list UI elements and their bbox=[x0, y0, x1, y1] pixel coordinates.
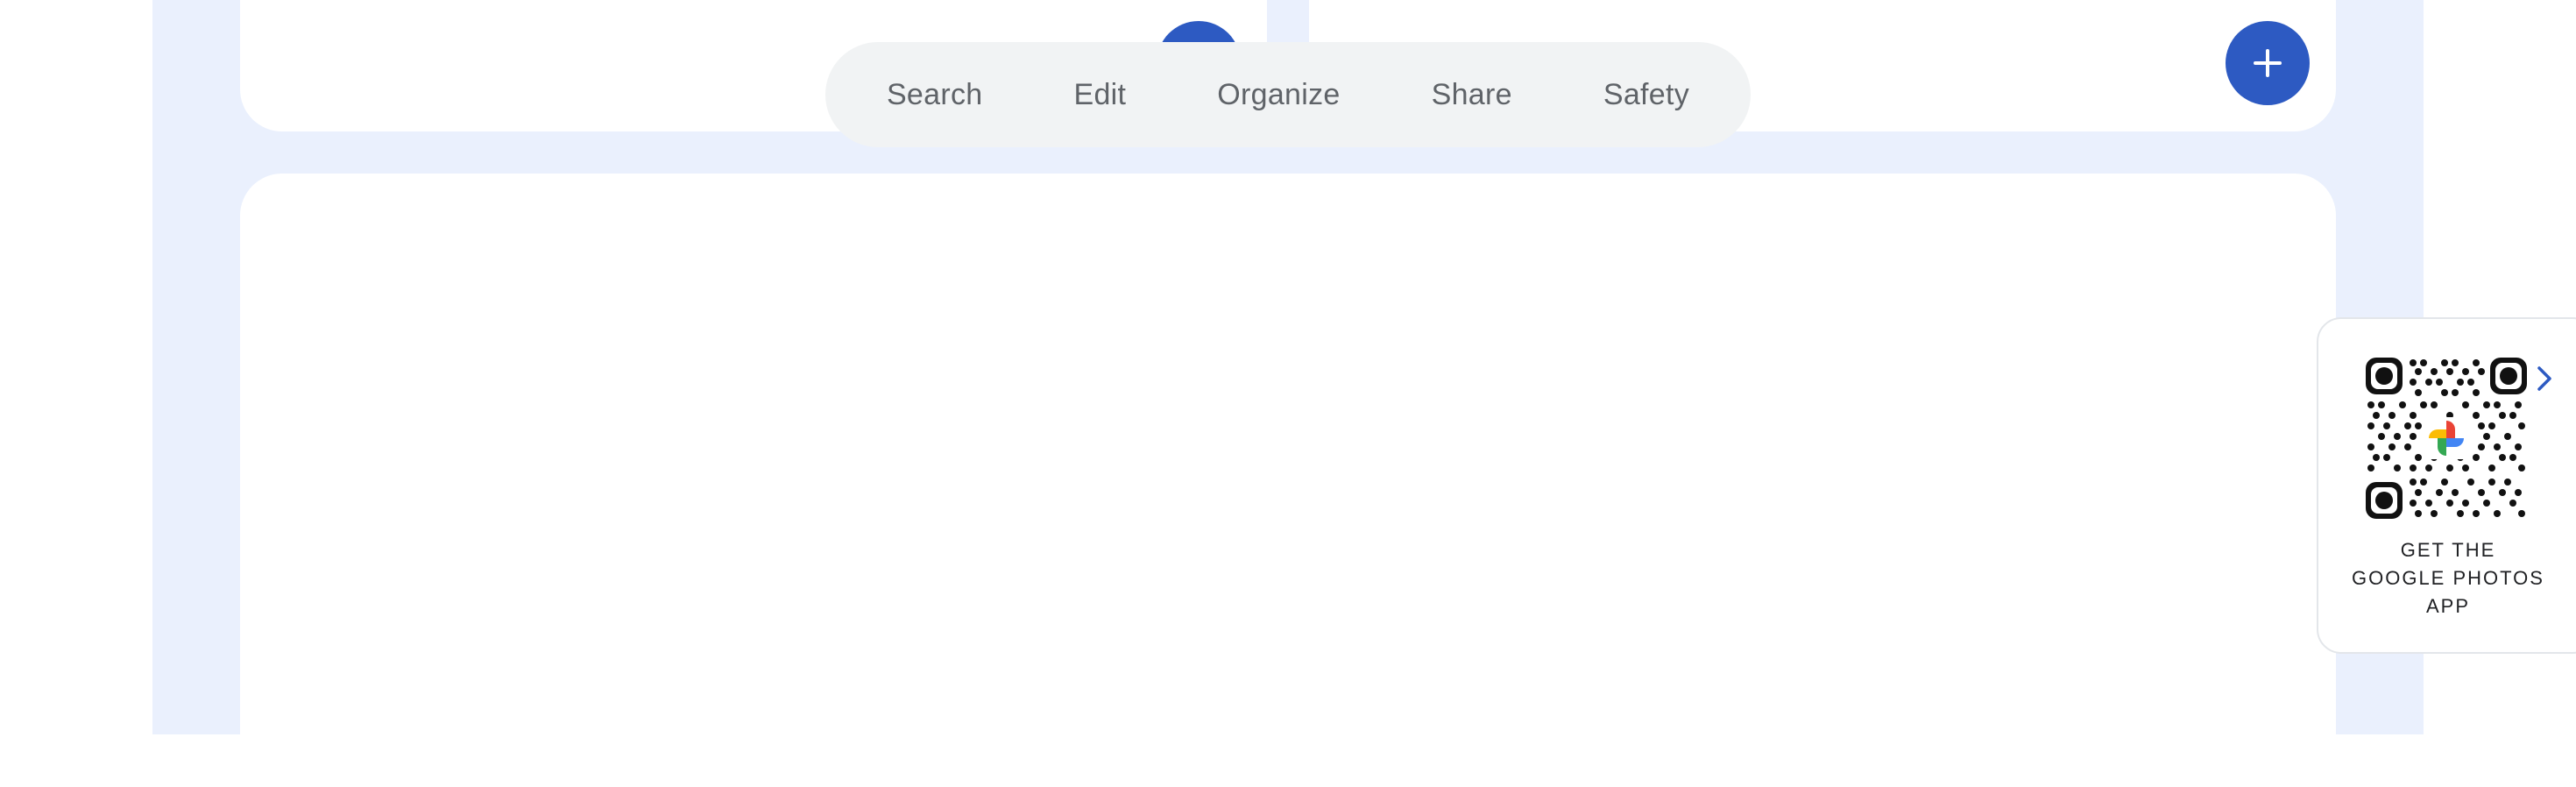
feature-card-main bbox=[240, 174, 2336, 787]
plus-icon bbox=[2254, 49, 2282, 77]
tab-edit[interactable]: Edit bbox=[1073, 78, 1126, 112]
tab-share[interactable]: Share bbox=[1432, 78, 1512, 112]
get-app-caption: GET THE GOOGLE PHOTOS APP bbox=[2331, 536, 2565, 620]
expand-button-right[interactable] bbox=[2226, 21, 2310, 105]
tab-organize[interactable]: Organize bbox=[1217, 78, 1340, 112]
qr-code-icon bbox=[2366, 358, 2527, 519]
chevron-right-icon bbox=[2537, 366, 2551, 391]
get-app-promo-card[interactable]: GET THE GOOGLE PHOTOS APP bbox=[2317, 317, 2576, 654]
feature-tab-bar: Search Edit Organize Share Safety bbox=[825, 42, 1751, 147]
tab-safety[interactable]: Safety bbox=[1603, 78, 1689, 112]
caption-line-3: APP bbox=[2425, 595, 2471, 617]
caption-line-2: GOOGLE PHOTOS bbox=[2352, 567, 2544, 589]
caption-line-1: GET THE bbox=[2400, 539, 2496, 561]
tab-search[interactable]: Search bbox=[887, 78, 983, 112]
